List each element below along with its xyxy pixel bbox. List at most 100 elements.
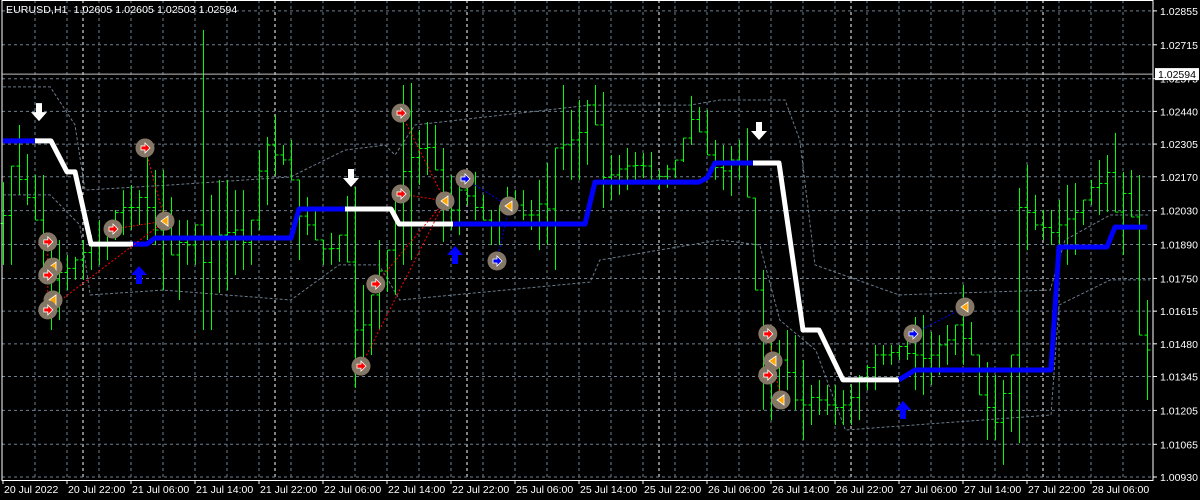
x-tick-label: 22 Jul 06:00 bbox=[324, 484, 381, 496]
price-bar bbox=[992, 375, 999, 440]
price-bar bbox=[336, 234, 343, 262]
price-bar bbox=[1144, 300, 1151, 400]
price-bar bbox=[608, 154, 615, 200]
blue-marker bbox=[487, 251, 507, 271]
downtrend-segment bbox=[345, 206, 453, 227]
price-bar bbox=[1080, 199, 1087, 225]
price-bar bbox=[192, 224, 199, 265]
price-bar bbox=[368, 294, 375, 355]
price-bar bbox=[1040, 209, 1047, 240]
price-bar bbox=[960, 284, 967, 365]
y-tick-label: 1.02855 bbox=[1160, 6, 1198, 18]
price-bar bbox=[712, 139, 719, 180]
red-marker bbox=[351, 356, 371, 376]
price-bar bbox=[32, 175, 39, 221]
price-bar bbox=[568, 109, 575, 180]
y-tick-label: 1.02440 bbox=[1160, 106, 1198, 118]
price-bar bbox=[240, 190, 247, 270]
red-marker bbox=[38, 265, 58, 285]
price-bar bbox=[888, 345, 895, 365]
x-tick-label: 21 Jul 06:00 bbox=[132, 484, 189, 496]
price-bar bbox=[736, 139, 743, 180]
price-bar bbox=[1008, 354, 1015, 432]
up-arrow-icon bbox=[895, 400, 911, 419]
price-bar bbox=[792, 335, 799, 410]
price-bar bbox=[200, 30, 207, 331]
current-price-label: 1.02594 bbox=[1158, 69, 1196, 81]
price-bar bbox=[1000, 379, 1007, 465]
price-bar bbox=[536, 179, 543, 251]
price-bar bbox=[256, 150, 263, 231]
price-bar bbox=[688, 95, 695, 146]
price-bar bbox=[872, 345, 879, 391]
y-tick-label: 1.00930 bbox=[1160, 472, 1198, 484]
price-bar bbox=[384, 249, 391, 293]
price-bar bbox=[144, 154, 151, 240]
price-bar bbox=[184, 220, 191, 265]
symbol-label: EURUSD,H1 bbox=[6, 4, 68, 16]
price-bar bbox=[136, 190, 143, 225]
y-tick-label: 1.01480 bbox=[1160, 339, 1198, 351]
uptrend-segment bbox=[897, 224, 1147, 383]
x-tick-label: 26 Jul 06:00 bbox=[708, 484, 765, 496]
orange-marker bbox=[771, 390, 791, 410]
red-marker bbox=[758, 324, 778, 344]
price-bar bbox=[672, 159, 679, 178]
upper-band-line bbox=[3, 86, 1151, 296]
y-tick-label: 1.02030 bbox=[1160, 206, 1198, 218]
price-bar bbox=[248, 219, 255, 265]
price-bar bbox=[488, 209, 495, 246]
price-bar bbox=[816, 379, 823, 416]
y-tick-label: 1.02715 bbox=[1160, 40, 1198, 52]
price-bar bbox=[976, 354, 983, 396]
price-bar bbox=[576, 100, 583, 180]
price-bar bbox=[832, 384, 839, 425]
red-marker bbox=[38, 232, 58, 252]
up-arrow-icon bbox=[131, 266, 147, 285]
y-tick-label: 1.01615 bbox=[1160, 306, 1198, 318]
down-arrow-icon bbox=[343, 168, 359, 187]
x-tick-label: 26 Jul 14:00 bbox=[772, 484, 829, 496]
orange-marker bbox=[155, 211, 175, 231]
price-bar bbox=[272, 115, 279, 176]
downtrend-segment bbox=[753, 160, 899, 383]
price-bar bbox=[1128, 169, 1135, 218]
x-tick-label: 28 Jul 06:00 bbox=[1092, 484, 1149, 496]
price-bar bbox=[848, 384, 855, 425]
price-bar bbox=[880, 345, 887, 365]
price-bar bbox=[968, 322, 975, 356]
x-tick-label: 21 Jul 14:00 bbox=[196, 484, 253, 496]
price-bar bbox=[72, 256, 79, 280]
red-marker bbox=[103, 219, 123, 239]
price-bar bbox=[544, 162, 551, 246]
price-bar bbox=[1120, 171, 1127, 255]
x-tick-label: 27 Jul 06:00 bbox=[900, 484, 957, 496]
price-bar bbox=[432, 124, 439, 171]
price-bar bbox=[560, 84, 567, 170]
price-bar bbox=[640, 153, 647, 178]
price-bar bbox=[896, 345, 903, 361]
price-bar bbox=[304, 197, 311, 236]
x-tick-label: 25 Jul 14:00 bbox=[580, 484, 637, 496]
red-marker bbox=[135, 138, 155, 158]
x-tick-label: 25 Jul 06:00 bbox=[516, 484, 573, 496]
red-marker bbox=[391, 184, 411, 204]
price-bar bbox=[176, 220, 183, 300]
y-tick-label: 1.01890 bbox=[1160, 240, 1198, 252]
price-bar bbox=[808, 384, 815, 425]
y-tick-label: 1.02170 bbox=[1160, 172, 1198, 184]
y-tick-label: 1.01750 bbox=[1160, 273, 1198, 285]
price-bar bbox=[1096, 160, 1103, 216]
price-bar bbox=[1112, 132, 1119, 213]
price-chart[interactable]: 1.028551.027151.025751.024401.023051.021… bbox=[0, 0, 1200, 500]
price-bar bbox=[232, 190, 239, 276]
down-arrow-icon bbox=[751, 121, 767, 140]
ohlc-label: 1.02605 1.02605 1.02503 1.02594 bbox=[73, 4, 238, 16]
price-bar bbox=[1088, 179, 1095, 206]
price-bar bbox=[312, 209, 319, 241]
price-bar bbox=[1024, 164, 1031, 251]
red-marker bbox=[391, 103, 411, 123]
price-bar bbox=[64, 254, 71, 291]
price-bar bbox=[1032, 194, 1039, 231]
up-arrow-icon bbox=[447, 245, 463, 264]
